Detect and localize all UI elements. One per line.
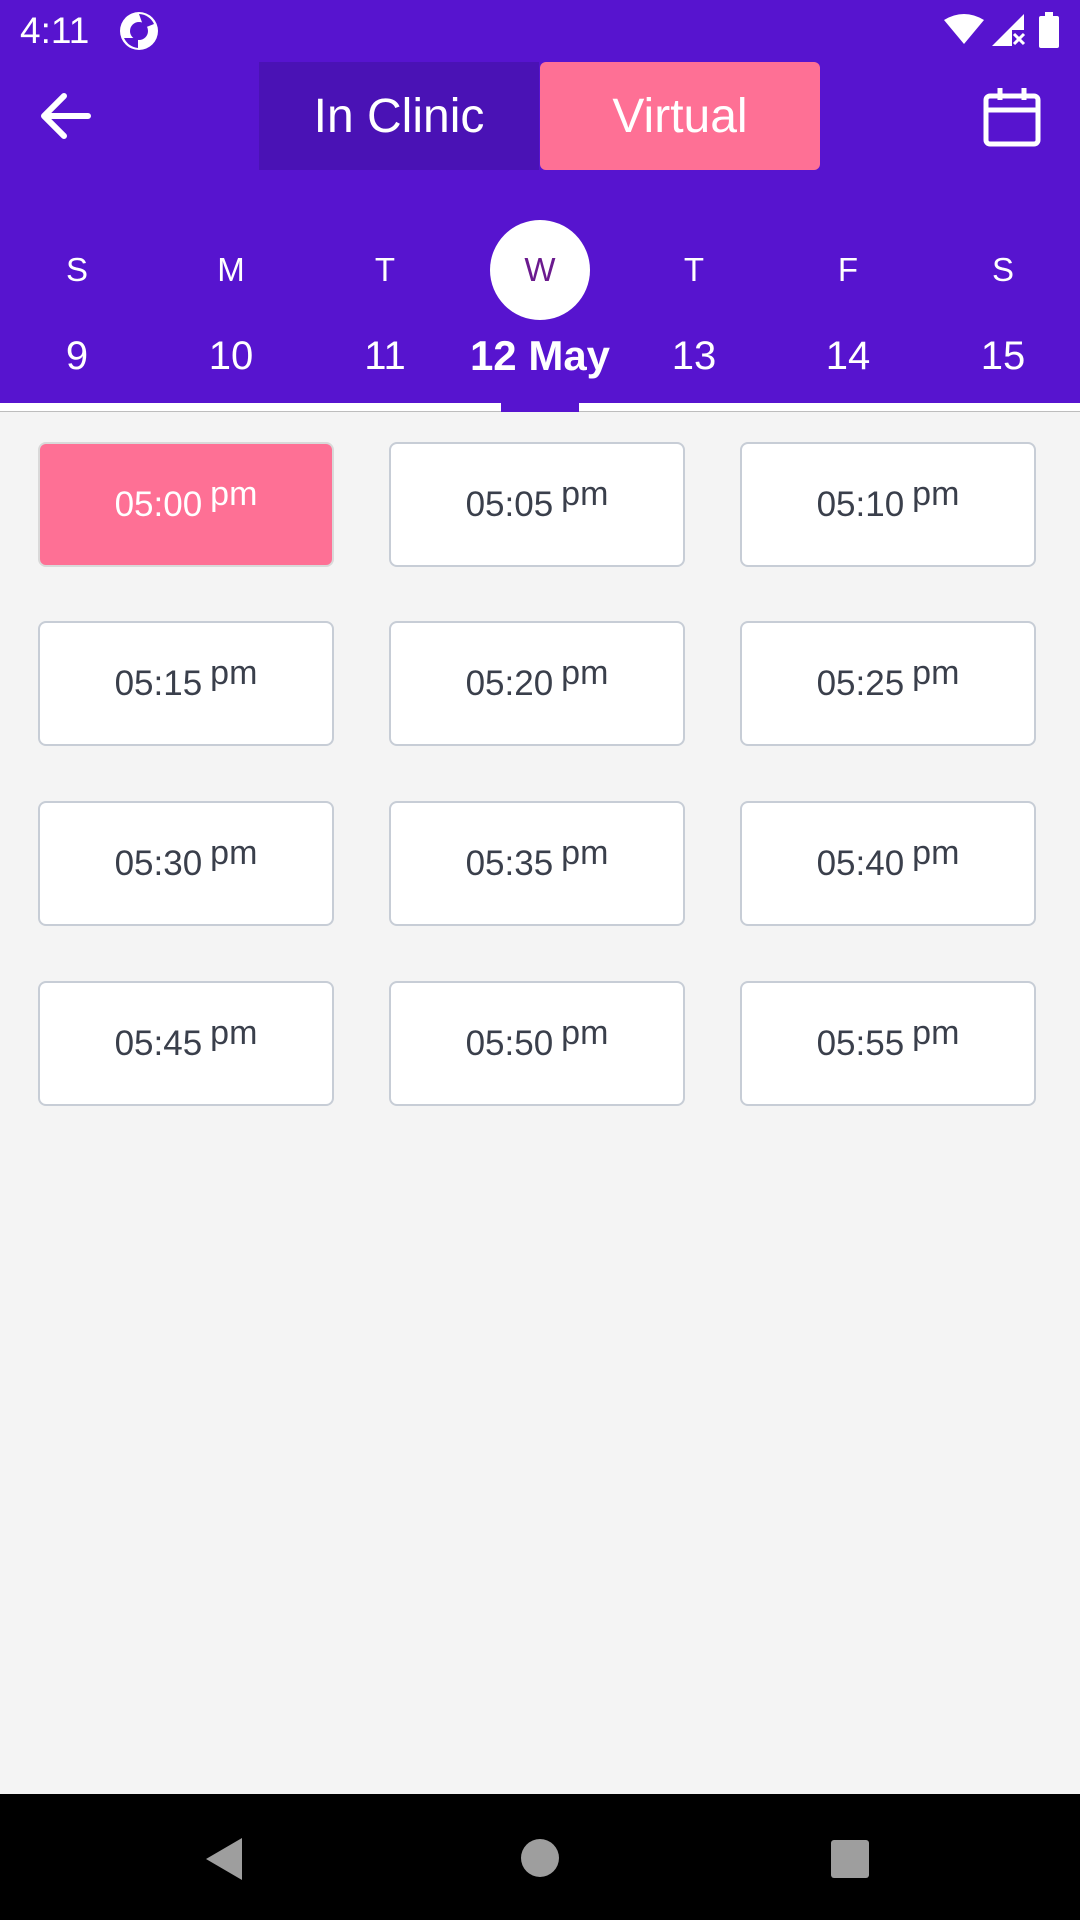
slot-time: 05:05 bbox=[465, 484, 554, 524]
day-letter: F bbox=[837, 251, 859, 288]
time-slot[interactable]: 05:15 pm bbox=[38, 621, 334, 746]
day-thursday[interactable]: T 13 bbox=[617, 210, 771, 403]
time-slot[interactable]: 05:35 pm bbox=[389, 801, 685, 926]
time-slot[interactable]: 05:30 pm bbox=[38, 801, 334, 926]
slot-period: pm bbox=[210, 475, 258, 513]
day-letter: M bbox=[217, 251, 245, 288]
time-slot[interactable]: 05:45 pm bbox=[38, 981, 334, 1106]
day-friday[interactable]: F 14 bbox=[771, 210, 925, 403]
time-slot[interactable]: 05:05 pm bbox=[389, 442, 685, 567]
app-notification-icon bbox=[120, 12, 158, 50]
slot-time: 05:30 bbox=[114, 843, 203, 883]
day-tuesday[interactable]: T 11 bbox=[308, 210, 462, 403]
slot-time: 05:55 bbox=[816, 1023, 905, 1063]
slot-time: 05:25 bbox=[816, 663, 905, 703]
slot-time: 05:20 bbox=[465, 663, 554, 703]
status-time: 4:11 bbox=[20, 10, 90, 51]
signal-icon bbox=[992, 14, 1026, 46]
battery-icon bbox=[1039, 12, 1059, 48]
slot-period: pm bbox=[210, 834, 258, 872]
time-slot[interactable]: 05:55 pm bbox=[740, 981, 1036, 1106]
day-saturday[interactable]: S 15 bbox=[926, 210, 1080, 403]
nav-recents-icon[interactable] bbox=[830, 1839, 870, 1879]
nav-back-icon[interactable] bbox=[204, 1836, 244, 1882]
slot-period: pm bbox=[561, 654, 609, 692]
week-strip: S 9 M 10 T 11 W 12 May T 13 F 14 S 15 bbox=[0, 210, 1080, 403]
day-letter: S bbox=[991, 251, 1014, 288]
selected-day-indicator bbox=[501, 403, 579, 412]
slot-time: 05:00 bbox=[114, 484, 203, 524]
slot-time: 05:15 bbox=[114, 663, 203, 703]
day-date: 15 bbox=[980, 334, 1026, 378]
slot-time: 05:45 bbox=[114, 1023, 203, 1063]
slot-period: pm bbox=[912, 834, 960, 872]
time-slot[interactable]: 05:25 pm bbox=[740, 621, 1036, 746]
time-slot[interactable]: 05:50 pm bbox=[389, 981, 685, 1106]
time-slot[interactable]: 05:40 pm bbox=[740, 801, 1036, 926]
day-letter-selected: W bbox=[490, 220, 590, 320]
time-slot[interactable]: 05:20 pm bbox=[389, 621, 685, 746]
back-arrow-icon[interactable] bbox=[36, 90, 96, 142]
slot-time: 05:35 bbox=[465, 843, 554, 883]
slot-time: 05:40 bbox=[816, 843, 905, 883]
consultation-type-toggle: In Clinic Virtual bbox=[259, 62, 821, 170]
slot-period: pm bbox=[561, 1014, 609, 1052]
day-wednesday-selected[interactable]: W 12 May bbox=[463, 210, 617, 403]
slot-period: pm bbox=[561, 475, 609, 513]
day-sunday[interactable]: S 9 bbox=[0, 210, 154, 403]
calendar-icon[interactable] bbox=[982, 86, 1042, 148]
slot-period: pm bbox=[912, 1014, 960, 1052]
slot-period: pm bbox=[210, 654, 258, 692]
tab-virtual[interactable]: Virtual bbox=[540, 62, 820, 170]
day-letter: T bbox=[683, 251, 705, 288]
slot-period: pm bbox=[912, 475, 960, 513]
header: 4:11 In Clinic Virtual S 9 M 10 T 11 W 1… bbox=[0, 0, 1080, 403]
tab-in-clinic[interactable]: In Clinic bbox=[259, 62, 539, 170]
day-monday[interactable]: M 10 bbox=[154, 210, 308, 403]
day-letter: T bbox=[374, 251, 396, 288]
slot-period: pm bbox=[912, 654, 960, 692]
wifi-icon bbox=[944, 14, 984, 44]
slot-time: 05:50 bbox=[465, 1023, 554, 1063]
slot-time: 05:10 bbox=[816, 484, 905, 524]
time-slot[interactable]: 05:10 pm bbox=[740, 442, 1036, 567]
day-letter: S bbox=[65, 251, 88, 288]
system-navigation-bar bbox=[0, 1794, 1080, 1920]
slot-period: pm bbox=[561, 834, 609, 872]
time-slot-selected[interactable]: 05:00 pm bbox=[38, 442, 334, 567]
slot-period: pm bbox=[210, 1014, 258, 1052]
status-bar: 4:11 bbox=[0, 0, 1080, 62]
nav-home-icon[interactable] bbox=[520, 1838, 560, 1878]
